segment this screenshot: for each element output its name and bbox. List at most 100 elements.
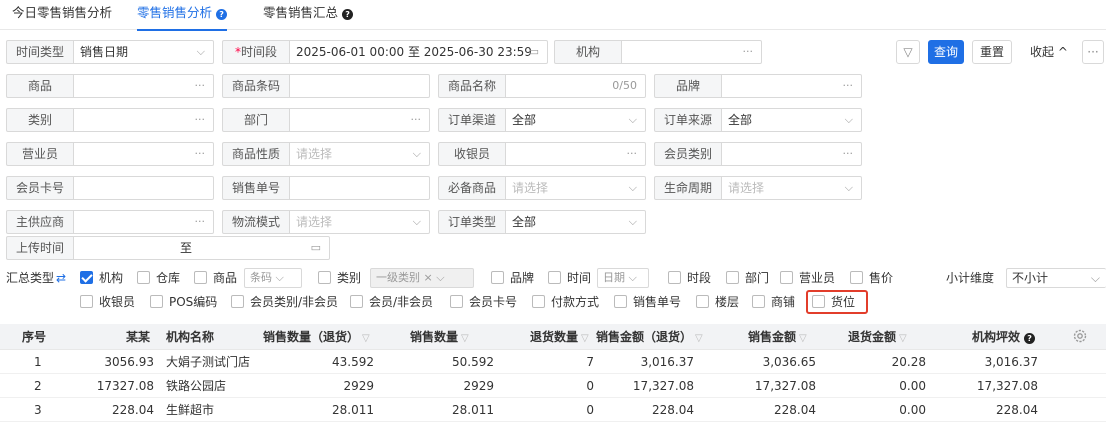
product-picker[interactable]: ··· [74, 74, 214, 98]
filter-icon[interactable]: ▽ [581, 333, 589, 344]
cell-sales-amt: 228.04 [774, 403, 816, 417]
help-icon[interactable]: ? [216, 9, 228, 20]
chevron-down-icon: ⌵ [628, 113, 637, 126]
cell-org-name: 大娟子测试门店 [166, 355, 251, 369]
filter-icon[interactable]: ▽ [362, 333, 370, 344]
collapse-button[interactable]: 收起 ^ [1030, 40, 1068, 64]
checkbox-member[interactable] [350, 295, 363, 308]
checkbox-org[interactable] [80, 271, 93, 284]
order-type-select[interactable]: 全部 ⌵ [506, 210, 646, 234]
col-sales-qty-ret[interactable]: 销售数量（退货） ▽ [263, 325, 370, 349]
checkbox-label: 营业员 [799, 271, 836, 285]
table-row[interactable]: 1 3056.93 大娟子测试门店 43.592 50.592 7 3,016.… [0, 350, 1106, 374]
period-value: 2025-06-01 00:00 至 2025-06-30 23:59 [296, 45, 532, 59]
more-options-button[interactable]: ··· [1082, 40, 1104, 64]
sales-no-input[interactable] [290, 176, 430, 200]
gear-icon[interactable] [1072, 328, 1088, 344]
table-row[interactable]: 3 228.04 生鲜超市 28.011 28.011 0 228.04 228… [0, 398, 1106, 422]
filter-icon[interactable]: ▽ [695, 333, 703, 344]
checkbox-clerk[interactable] [780, 271, 793, 284]
category-level-select[interactable]: 一级类别 × ⌵ [370, 268, 474, 288]
tab-retail-summary[interactable]: 零售销售汇总? [263, 0, 354, 30]
member-card-input[interactable] [74, 176, 214, 200]
filter-icon[interactable]: ▽ [461, 333, 469, 344]
checkbox-label: 会员/非会员 [369, 295, 434, 309]
col-return-qty[interactable]: 退货数量 ▽ [530, 325, 589, 349]
table-row[interactable]: 2 17327.08 铁路公园店 2929 2929 0 17,327.08 1… [0, 374, 1106, 398]
more-icon: ··· [842, 79, 854, 92]
cashier-picker[interactable]: ··· [506, 142, 646, 166]
placeholder: 请选择 [512, 181, 549, 195]
checkbox-sales-no[interactable] [614, 295, 627, 308]
checkbox-floor[interactable] [696, 295, 709, 308]
filter-icon[interactable]: ▽ [799, 333, 807, 344]
calendar-icon: ▭ [528, 45, 539, 58]
barcode-input[interactable] [290, 74, 430, 98]
product-nature-select[interactable]: 请选择 ⌵ [290, 142, 430, 166]
filter-icon[interactable]: ▽ [899, 333, 907, 344]
filter-icon[interactable]: ▽ [896, 40, 920, 64]
col-org-efficiency[interactable]: 机构坪效? [972, 325, 1036, 349]
product-name-input[interactable]: 0/50 [506, 74, 646, 98]
col-sales-amt-ret[interactable]: 销售金额（退货） ▽ [596, 325, 703, 349]
main-supplier-label: 主供应商 [6, 210, 74, 234]
col-return-amt[interactable]: 退货金额 ▽ [848, 325, 907, 349]
tab-retail-analysis[interactable]: 零售销售分析? [137, 0, 228, 31]
member-type-picker[interactable]: ··· [722, 142, 862, 166]
checkbox-brand[interactable] [491, 271, 504, 284]
checkbox-time[interactable] [548, 271, 561, 284]
upload-time-range[interactable]: 至 ▭ [74, 236, 330, 260]
placeholder: 请选择 [728, 181, 765, 195]
time-type-select[interactable]: 销售日期 ⌵ [74, 40, 214, 64]
col-title: 销售数量（退货） [263, 330, 360, 344]
org-picker[interactable]: ··· [622, 40, 762, 64]
checkbox-label: 仓库 [156, 271, 181, 285]
highlight-box [806, 290, 868, 314]
table-header: 序号 某某 机构名称 销售数量（退货） ▽ 销售数量 ▽ 退货数量 ▽ 销售金额（退货… [0, 324, 1106, 350]
barcode-label: 商品条码 [222, 74, 290, 98]
col-sales-amt[interactable]: 销售金额 ▽ [748, 325, 807, 349]
checkbox-period[interactable] [668, 271, 681, 284]
main-supplier-picker[interactable]: ··· [74, 210, 214, 234]
chevron-down-icon: ⌵ [412, 147, 421, 160]
col-sales-qty[interactable]: 销售数量 ▽ [410, 325, 469, 349]
checkbox-member-card[interactable] [450, 295, 463, 308]
checkbox-price[interactable] [850, 271, 863, 284]
checkbox-category[interactable] [318, 271, 331, 284]
chevron-down-icon: ⌵ [196, 45, 205, 58]
clerk-picker[interactable]: ··· [74, 142, 214, 166]
must-product-select[interactable]: 请选择 ⌵ [506, 176, 646, 200]
checkbox-label: 机构 [99, 271, 124, 285]
subtotal-select[interactable]: 不小计 ⌵ [1006, 268, 1106, 288]
cell-org-name: 铁路公园店 [166, 379, 227, 393]
checkbox-pos-code[interactable] [150, 295, 163, 308]
period-range-input[interactable]: 2025-06-01 00:00 至 2025-06-30 23:59 ▭ [290, 40, 548, 64]
order-channel-select[interactable]: 全部 ⌵ [506, 108, 646, 132]
product-dimension-select[interactable]: 条码 ⌵ [244, 268, 302, 288]
reset-button[interactable]: 重置 [972, 40, 1012, 64]
time-granularity-select[interactable]: 日期 ⌵ [597, 268, 649, 288]
order-source-select[interactable]: 全部 ⌵ [722, 108, 862, 132]
logistics-select[interactable]: 请选择 ⌵ [290, 210, 430, 234]
col-org-name[interactable]: 机构名称 [166, 325, 214, 349]
checkbox-payment[interactable] [532, 295, 545, 308]
cell-index: 2 [34, 379, 42, 393]
checkbox-member-type[interactable] [231, 295, 244, 308]
help-icon[interactable]: ? [1024, 333, 1036, 344]
lifecycle-select[interactable]: 请选择 ⌵ [722, 176, 862, 200]
checkbox-dept[interactable] [726, 271, 739, 284]
help-icon[interactable]: ? [342, 9, 354, 20]
col-mou[interactable]: 某某 [126, 325, 150, 349]
query-button[interactable]: 查询 [928, 40, 964, 64]
checkbox-product[interactable] [194, 271, 207, 284]
swap-icon[interactable]: ⇄ [56, 268, 66, 288]
brand-picker[interactable]: ··· [722, 74, 862, 98]
category-picker[interactable]: ··· [74, 108, 214, 132]
sales-no-label: 销售单号 [222, 176, 290, 200]
checkbox-shop[interactable] [752, 295, 765, 308]
dept-picker[interactable]: ··· [290, 108, 430, 132]
order-source-label: 订单来源 [654, 108, 722, 132]
checkbox-warehouse[interactable] [137, 271, 150, 284]
tab-today-retail-analysis[interactable]: 今日零售销售分析 [12, 0, 112, 30]
checkbox-cashier[interactable] [80, 295, 93, 308]
